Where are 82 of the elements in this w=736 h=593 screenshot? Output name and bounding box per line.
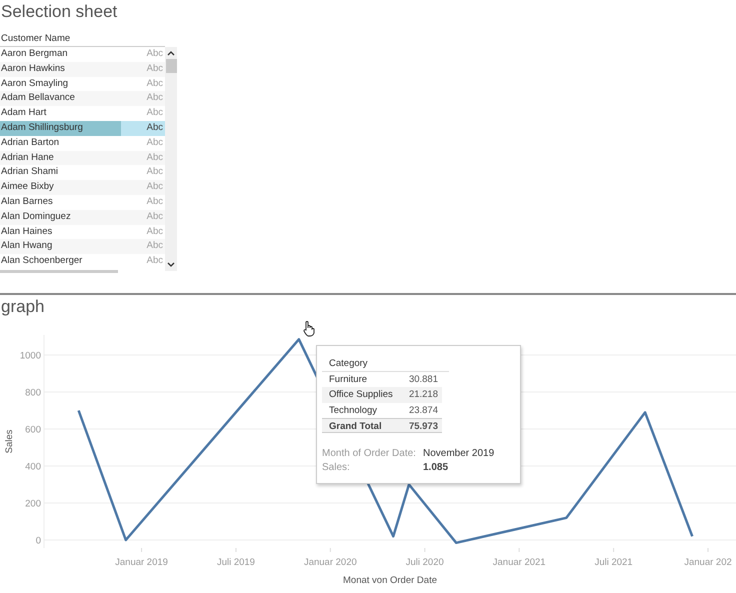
list-row[interactable]: Alan Haines Abc (0, 224, 165, 240)
sheet-title: graph (0, 296, 46, 318)
x-tick-label: Januar 2021 (492, 557, 546, 568)
field-label: Sales: (322, 461, 351, 476)
category-label: Technology (329, 404, 378, 418)
category-value: 23.874 (408, 404, 438, 418)
horizontal-scrollbar[interactable] (0, 270, 118, 273)
customer-name: Aimee Bixby (0, 180, 55, 194)
value-text: Abc (146, 210, 164, 224)
scroll-up-icon[interactable] (167, 50, 175, 56)
customer-name: Aaron Hawkins (0, 62, 66, 76)
y-tick-label: 600 (25, 424, 41, 436)
y-tick-label: 400 (25, 462, 41, 473)
customer-name: Alan Schoenberger (0, 254, 84, 268)
hand-cursor-icon (303, 321, 315, 337)
field-label: Month of Order Date: (322, 447, 417, 462)
category-value: 75.973 (408, 420, 438, 432)
list-row[interactable]: Adam Hart Abc (0, 106, 165, 121)
value-text: Abc (121, 120, 165, 136)
list-row[interactable]: Aimee Bixby Abc (0, 180, 165, 195)
y-tick-label: 800 (25, 388, 41, 398)
value-text: Abc (146, 239, 164, 254)
customer-name: Alan Barnes (0, 194, 54, 209)
list-row[interactable]: Adrian Shami Abc (0, 165, 165, 180)
x-tick-label: Januar 2020 (304, 557, 357, 568)
list-row[interactable]: Alan Hwang Abc (0, 239, 165, 254)
value-text: Abc (146, 76, 164, 91)
value-text: Abc (146, 62, 164, 76)
value-text: Abc (146, 136, 164, 150)
scroll-thumb[interactable] (166, 59, 176, 73)
customer-name: Adrian Barton (0, 136, 60, 150)
column-header: Customer Name (0, 32, 165, 47)
list-row[interactable]: Alan Barnes Abc (0, 194, 165, 210)
scroll-down-icon[interactable] (167, 262, 175, 268)
customer-name: Aaron Smayling (0, 76, 70, 91)
value-text: Abc (146, 224, 164, 239)
value-text: Abc (146, 47, 164, 61)
x-axis-title: Monat von Order Date (343, 575, 437, 586)
x-tick-label: Januar 2019 (115, 557, 168, 568)
category-label: Office Supplies (329, 388, 394, 402)
x-tick-label: Juli 2021 (594, 557, 633, 568)
value-text: Abc (146, 106, 164, 120)
category-label: Furniture (329, 373, 368, 387)
list-row[interactable]: Adam Bellavance Abc (0, 91, 165, 106)
customer-name: Alan Haines (0, 224, 54, 239)
y-tick-label: 1000 (20, 350, 41, 362)
list-row[interactable]: Adrian Barton Abc (0, 136, 165, 151)
y-tick-label: 200 (25, 498, 41, 510)
x-tick-label: Januar 202 (684, 557, 732, 568)
customer-name: Adam Bellavance (0, 91, 76, 106)
customer-name: Alan Hwang (0, 239, 54, 254)
sheet-title: Selection sheet (0, 1, 118, 23)
category-value: 30.881 (408, 373, 438, 387)
x-tick-label: Juli 2020 (406, 557, 444, 568)
value-text: Abc (146, 180, 164, 194)
value-text: Abc (146, 254, 164, 268)
customer-name: Adam Shillingsburg (0, 120, 121, 136)
customer-name: Aaron Bergman (0, 47, 69, 61)
customer-name: Adrian Hane (0, 150, 55, 165)
value-text: Abc (146, 194, 164, 209)
value-text: Abc (146, 150, 164, 165)
y-tick-label: 0 (36, 536, 41, 547)
x-tick-label: Juli 2019 (216, 557, 255, 568)
list-row[interactable]: Adam Shillingsburg Abc (0, 120, 165, 136)
customer-name: Alan Dominguez (0, 210, 72, 224)
category-label: Grand Total (329, 420, 383, 432)
list-row[interactable]: Alan Dominguez Abc (0, 210, 165, 225)
list-row[interactable]: Aaron Bergman Abc (0, 47, 165, 62)
customer-name: Adrian Shami (0, 165, 60, 180)
list-row[interactable]: Adrian Hane Abc (0, 150, 165, 166)
vertical-scrollbar[interactable] (165, 47, 177, 271)
list-row[interactable]: Aaron Smayling Abc (0, 76, 165, 92)
value-text: Abc (146, 165, 164, 180)
y-axis-title: Sales (4, 430, 15, 454)
category-value: 21.218 (408, 388, 438, 402)
field-value: 1.085 (423, 461, 448, 476)
list-row[interactable]: Alan Schoenberger Abc (0, 254, 165, 269)
list-row[interactable]: Aaron Hawkins Abc (0, 62, 165, 77)
value-text: Abc (146, 91, 164, 106)
table-header: Category (322, 358, 449, 372)
customer-name: Adam Hart (0, 106, 48, 120)
field-value: November 2019 (423, 447, 494, 462)
